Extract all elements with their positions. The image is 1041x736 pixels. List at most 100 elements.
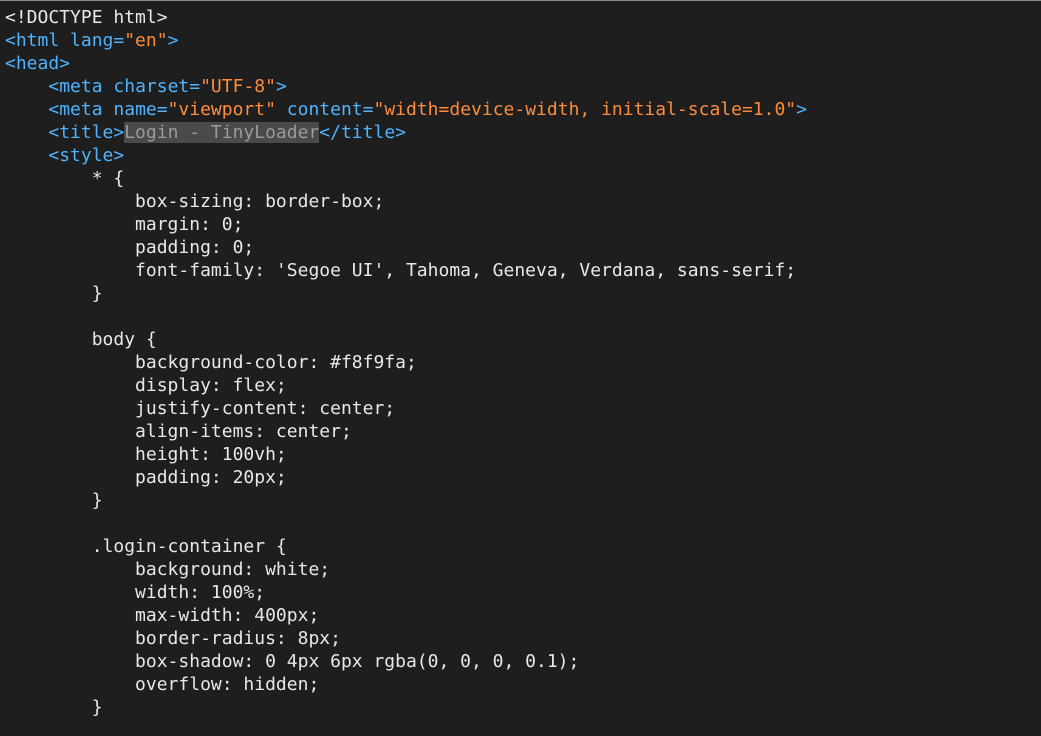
code-token: "UTF-8" [200, 76, 276, 97]
code-line[interactable]: padding: 0; [5, 236, 807, 259]
code-line[interactable]: overflow: hidden; [5, 673, 807, 696]
code-token: lang= [70, 30, 125, 51]
code-line[interactable]: } [5, 489, 807, 512]
code-token: > [275, 76, 287, 97]
code-editor[interactable]: <!DOCTYPE html> <html lang="en"> <head> <m… [0, 0, 1041, 736]
code-line[interactable]: <meta name="viewport" content="width=dev… [5, 98, 807, 121]
code-token: background-color: #f8f9fa; [135, 352, 417, 373]
code-line[interactable]: border-radius: 8px; [5, 627, 807, 650]
code-line[interactable]: padding: 20px; [5, 466, 807, 489]
code-token: } [91, 283, 103, 304]
code-line[interactable]: * { [5, 167, 807, 190]
code-line[interactable]: <title>Login - TinyLoader</title> [5, 121, 807, 144]
code-token: > [796, 99, 807, 120]
code-token: align-items: center; [135, 421, 352, 442]
code-line[interactable]: background: white; [5, 558, 807, 581]
code-token: body { [91, 329, 157, 350]
code-token: name= [113, 99, 168, 120]
code-token: <meta [48, 99, 114, 120]
code-token: <title> [48, 122, 125, 143]
code-token: font-family: 'Segoe UI', Tahoma, Geneva,… [135, 260, 797, 281]
code-token: </title> [319, 122, 406, 143]
code-line[interactable]: <html lang="en"> [5, 29, 807, 52]
code-token: background: white; [135, 559, 331, 580]
code-token: "viewport" [167, 99, 276, 120]
selected-text: Login - TinyLoader [124, 122, 320, 143]
code-token: } [91, 697, 103, 718]
code-token: .login-container { [91, 536, 287, 557]
code-line[interactable]: <head> [5, 52, 807, 75]
code-token: "width=device-width, initial-scale=1.0" [373, 99, 797, 120]
code-line[interactable]: body { [5, 328, 807, 351]
code-token: } [91, 490, 103, 511]
code-token: box-shadow: 0 4px 6px rgba(0, 0, 0, 0.1)… [135, 651, 580, 672]
code-token: justify-content: center; [135, 398, 396, 419]
code-line[interactable] [5, 512, 807, 535]
code-token: margin: 0; [135, 214, 244, 235]
code-token: charset= [113, 76, 201, 97]
code-token: padding: 0; [135, 237, 255, 258]
code-line[interactable]: font-family: 'Segoe UI', Tahoma, Geneva,… [5, 259, 807, 282]
code-token: content= [275, 99, 374, 120]
code-token: <!DOCTYPE html> [5, 7, 168, 28]
code-line[interactable]: margin: 0; [5, 213, 807, 236]
code-token: height: 100vh; [135, 444, 287, 465]
code-token: width: 100%; [135, 582, 266, 603]
code-token: border-radius: 8px; [135, 628, 341, 649]
code-token: <head> [5, 53, 71, 74]
code-token: "en" [124, 30, 168, 51]
code-token: <style> [48, 145, 125, 166]
code-token: > [167, 30, 179, 51]
code-token: <meta [48, 76, 114, 97]
code-line[interactable]: box-sizing: border-box; [5, 190, 807, 213]
code-line[interactable]: <style> [5, 144, 807, 167]
code-line[interactable]: box-shadow: 0 4px 6px rgba(0, 0, 0, 0.1)… [5, 650, 807, 673]
code-line[interactable]: display: flex; [5, 374, 807, 397]
code-line[interactable]: } [5, 282, 807, 305]
code-line[interactable]: height: 100vh; [5, 443, 807, 466]
code-line[interactable]: justify-content: center; [5, 397, 807, 420]
code-token: * { [91, 168, 125, 189]
code-line[interactable]: width: 100%; [5, 581, 807, 604]
code-token: max-width: 400px; [135, 605, 320, 626]
code-token: overflow: hidden; [135, 674, 320, 695]
code-area[interactable]: <!DOCTYPE html> <html lang="en"> <head> <m… [5, 6, 807, 719]
code-line[interactable]: .login-container { [5, 535, 807, 558]
code-line[interactable] [5, 305, 807, 328]
code-line[interactable]: align-items: center; [5, 420, 807, 443]
code-line[interactable]: <meta charset="UTF-8"> [5, 75, 807, 98]
code-line[interactable]: max-width: 400px; [5, 604, 807, 627]
code-line[interactable]: background-color: #f8f9fa; [5, 351, 807, 374]
code-line[interactable]: } [5, 696, 807, 719]
code-token: box-sizing: border-box; [135, 191, 385, 212]
code-token: <html [5, 30, 71, 51]
code-token: display: flex; [135, 375, 287, 396]
code-line[interactable]: <!DOCTYPE html> [5, 6, 807, 29]
